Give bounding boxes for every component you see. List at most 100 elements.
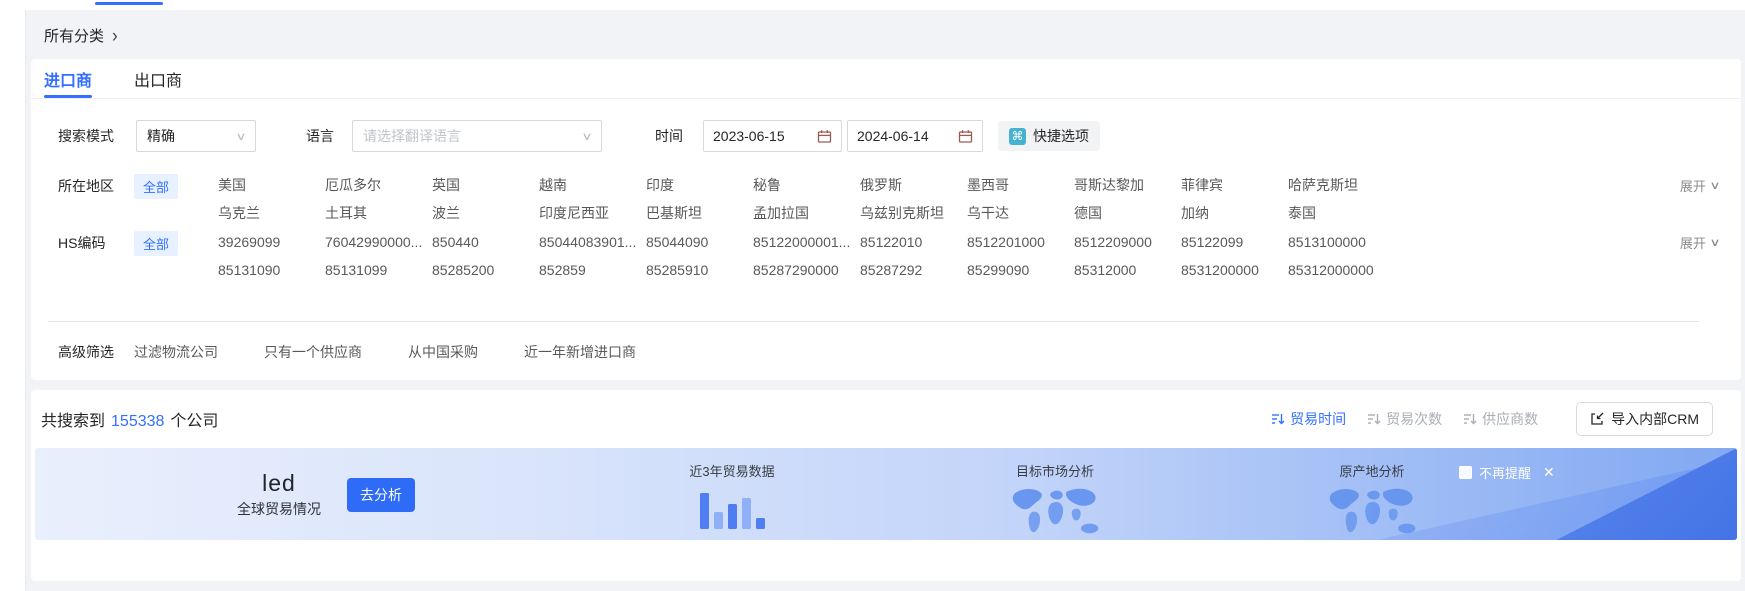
language-label: 语言: [306, 126, 352, 146]
hscode-option[interactable]: 85299090: [967, 261, 1074, 279]
hscode-option[interactable]: 85122099: [1181, 233, 1288, 251]
hscode-option[interactable]: 39269099: [218, 233, 325, 251]
calendar-icon: [817, 129, 832, 144]
advanced-option-new-importers[interactable]: 近一年新增进口商: [524, 342, 636, 362]
hscode-option[interactable]: 85044083901...: [539, 233, 646, 251]
import-to-crm-button[interactable]: 导入内部CRM: [1576, 402, 1713, 436]
region-option[interactable]: 土耳其: [325, 204, 432, 222]
region-option[interactable]: 乌干达: [967, 204, 1074, 222]
search-mode-label: 搜索模式: [58, 126, 134, 146]
analyze-button[interactable]: 去分析: [347, 478, 415, 512]
hscode-option[interactable]: 85285910: [646, 261, 753, 279]
region-option[interactable]: 俄罗斯: [860, 176, 967, 194]
hscode-option[interactable]: 8531200000: [1181, 261, 1288, 279]
world-map-icon: [1320, 485, 1424, 539]
end-date-picker[interactable]: 2024-06-14: [847, 120, 983, 152]
advanced-option-buy-from-china[interactable]: 从中国采购: [408, 342, 478, 362]
tab-exporters-label: 出口商: [134, 67, 182, 91]
results-card: 共搜索到 155338 个公司 贸易时间 贸易次数: [31, 390, 1741, 581]
hscode-option[interactable]: 8513100000: [1288, 233, 1395, 251]
region-option[interactable]: 加纳: [1181, 204, 1288, 222]
filter-row-inputs: 搜索模式 精确 ∨ 语言 请选择翻译语言 ∨ 时间 2023-06-15: [31, 120, 1741, 152]
hscode-option[interactable]: 85287292: [860, 261, 967, 279]
search-panel-card: 进口商 出口商 搜索模式 精确 ∨ 语言 请选择翻译语言 ∨ 时间: [31, 59, 1741, 380]
region-option[interactable]: 秘鲁: [753, 176, 860, 194]
advanced-option-filter-logistics[interactable]: 过滤物流公司: [134, 342, 218, 362]
hscode-option[interactable]: 85312000000: [1288, 261, 1395, 279]
end-date-value: 2024-06-14: [857, 128, 929, 144]
sort-icon: [1463, 412, 1477, 426]
region-option[interactable]: 乌兹别克斯坦: [860, 204, 967, 222]
sort-trade-time[interactable]: 贸易时间: [1271, 409, 1346, 429]
quick-options-label: 快捷选项: [1033, 126, 1089, 146]
region-option[interactable]: 美国: [218, 176, 325, 194]
region-option[interactable]: 德国: [1074, 204, 1181, 222]
banner-subtitle: 全球贸易情况: [237, 499, 321, 519]
results-header-row: 共搜索到 155338 个公司 贸易时间 贸易次数: [31, 390, 1741, 446]
region-option[interactable]: 孟加拉国: [753, 204, 860, 222]
region-option[interactable]: 厄瓜多尔: [325, 176, 432, 194]
language-select[interactable]: 请选择翻译语言 ∨: [352, 120, 602, 152]
hscode-option[interactable]: 8512209000: [1074, 233, 1181, 251]
active-top-tab-indicator: [95, 2, 163, 5]
region-option[interactable]: 巴基斯坦: [646, 204, 753, 222]
hscode-option[interactable]: 85312000: [1074, 261, 1181, 279]
sort-icon: [1367, 412, 1381, 426]
start-date-value: 2023-06-15: [713, 128, 785, 144]
close-icon[interactable]: ✕: [1543, 464, 1555, 481]
banner-dismiss: 不再提醒 ✕: [1459, 463, 1555, 482]
sort-supplier-count[interactable]: 供应商数: [1463, 409, 1538, 429]
hscode-option[interactable]: 85285200: [432, 261, 539, 279]
hscode-option[interactable]: 852859: [539, 261, 646, 279]
dont-remind-checkbox[interactable]: [1459, 466, 1472, 479]
time-label: 时间: [655, 126, 703, 146]
hscode-option[interactable]: 85131090: [218, 261, 325, 279]
hscode-option[interactable]: 85131099: [325, 261, 432, 279]
region-option[interactable]: 泰国: [1288, 204, 1395, 222]
region-option[interactable]: 越南: [539, 176, 646, 194]
region-option[interactable]: 印度尼西亚: [539, 204, 646, 222]
banner-section-title: 原产地分析: [1292, 461, 1452, 480]
region-option[interactable]: 英国: [432, 176, 539, 194]
hscode-option[interactable]: 850440: [432, 233, 539, 251]
banner-keyword-block: led 全球贸易情况 去分析: [226, 470, 415, 519]
region-expand-button[interactable]: 展开 ∨: [1680, 176, 1741, 195]
hscode-options-grid: 39269099 76042990000... 850440 850440839…: [218, 233, 1395, 279]
results-prefix: 共搜索到: [41, 407, 105, 431]
quick-options-button[interactable]: ⌘ 快捷选项: [998, 121, 1100, 151]
hscode-option[interactable]: 85287290000: [753, 261, 860, 279]
hscode-option[interactable]: 8512201000: [967, 233, 1074, 251]
breadcrumb[interactable]: 所有分类 ›: [26, 10, 1745, 59]
tab-exporters[interactable]: 出口商: [134, 59, 182, 98]
banner-section-trade-data[interactable]: 近3年贸易数据: [652, 461, 812, 529]
search-mode-select[interactable]: 精确 ∨: [136, 120, 256, 152]
region-option[interactable]: 哈萨克斯坦: [1288, 176, 1395, 194]
banner-section-origin[interactable]: 原产地分析: [1292, 461, 1452, 539]
page-panel: 所有分类 › 进口商 出口商 搜索模式 精确 ∨ 语言 请选择翻译语言: [25, 10, 1745, 591]
chevron-right-icon: ›: [112, 26, 118, 46]
hscode-option[interactable]: 85122000001...: [753, 233, 860, 251]
region-option[interactable]: 菲律宾: [1181, 176, 1288, 194]
start-date-picker[interactable]: 2023-06-15: [703, 120, 842, 152]
hscode-expand-button[interactable]: 展开 ∨: [1680, 233, 1741, 252]
hscode-label: HS编码: [58, 233, 134, 253]
region-option[interactable]: 印度: [646, 176, 753, 194]
sort-supplier-count-label: 供应商数: [1482, 409, 1538, 429]
hscode-option[interactable]: 85122010: [860, 233, 967, 251]
results-suffix: 个公司: [170, 407, 218, 431]
region-option[interactable]: 墨西哥: [967, 176, 1074, 194]
hscode-option[interactable]: 76042990000...: [325, 233, 432, 251]
region-option[interactable]: 哥斯达黎加: [1074, 176, 1181, 194]
banner-section-target-market[interactable]: 目标市场分析: [975, 461, 1135, 539]
tab-importers[interactable]: 进口商: [44, 59, 92, 98]
sort-trade-count[interactable]: 贸易次数: [1367, 409, 1442, 429]
filter-row-advanced: 高级筛选 过滤物流公司 只有一个供应商 从中国采购 近一年新增进口商: [31, 342, 1741, 362]
divider: [48, 321, 1699, 322]
hscode-option[interactable]: 85044090: [646, 233, 753, 251]
hscode-all-chip[interactable]: 全部: [134, 231, 178, 256]
region-option[interactable]: 波兰: [432, 204, 539, 222]
advanced-option-single-supplier[interactable]: 只有一个供应商: [264, 342, 362, 362]
region-option[interactable]: 乌克兰: [218, 204, 325, 222]
region-all-chip[interactable]: 全部: [134, 174, 178, 199]
dont-remind-label: 不再提醒: [1479, 463, 1531, 482]
